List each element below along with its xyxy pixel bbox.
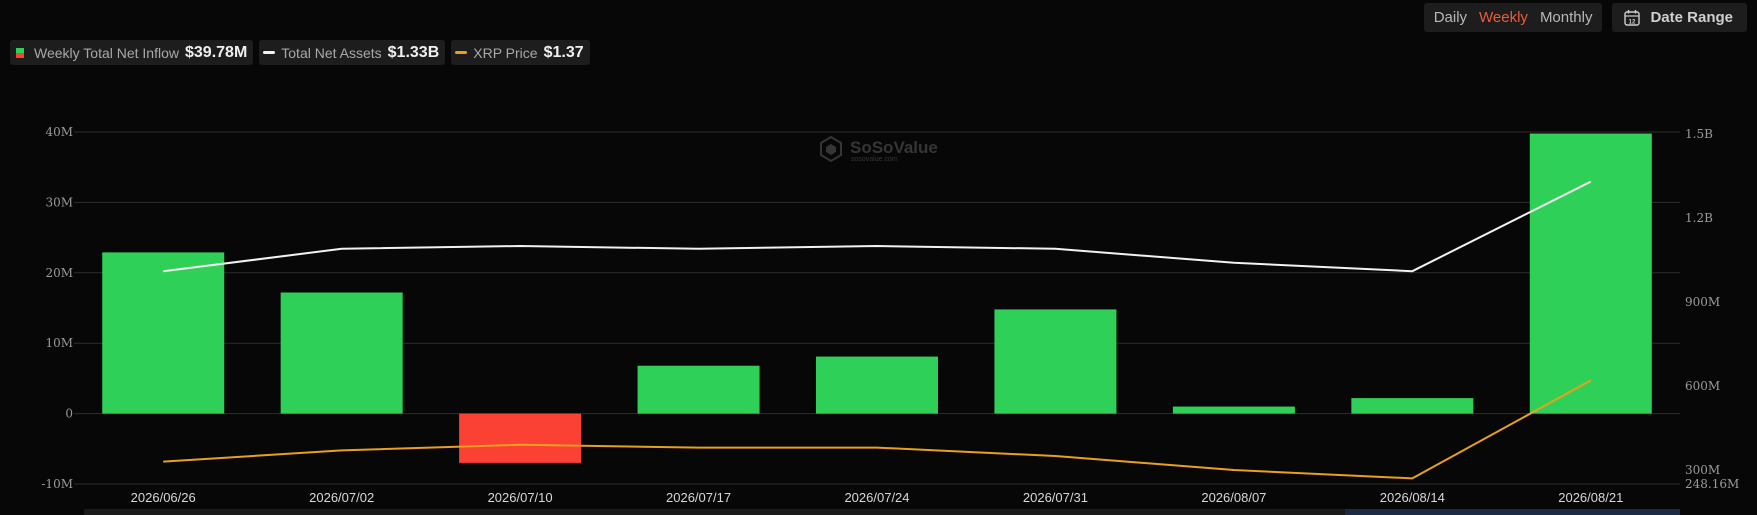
y-left-tick-label: -10M [41, 477, 73, 491]
inflow-bar [280, 292, 403, 414]
y-left-tick-label: 0 [65, 407, 73, 421]
inflow-bar [994, 309, 1117, 414]
y-right-tick-label: 300M [1685, 463, 1720, 477]
inflow-bar [1351, 398, 1474, 414]
y-right-tick-label: 600M [1685, 379, 1720, 393]
x-tick-label: 2026/08/14 [1380, 490, 1445, 505]
bar-series [102, 133, 1652, 463]
inflow-bar [459, 413, 582, 463]
y-left-tick-label: 30M [45, 195, 73, 209]
x-tick-label: 2026/08/21 [1558, 490, 1623, 505]
y-left-tick-label: 20M [45, 266, 73, 280]
inflow-bar [102, 252, 225, 414]
total-net-assets-line [163, 180, 1592, 273]
right-axis: 1.5B 1.2B 900M 600M 300M248.16M [1685, 127, 1739, 491]
y-right-tick-label: 248.16M [1685, 477, 1739, 491]
x-tick-label: 2026/07/10 [488, 490, 553, 505]
watermark: SoSoValue sosovalue.com [820, 135, 938, 163]
inflow-bar [637, 365, 760, 414]
x-tick-label: 2026/08/07 [1201, 490, 1266, 505]
y-right-tick-label: 1.2B [1685, 211, 1713, 225]
inflow-bar [1172, 406, 1295, 414]
watermark-url: sosovalue.com [851, 156, 898, 163]
range-slider-handle[interactable] [1345, 509, 1680, 515]
x-axis: 2026/06/26 2026/07/02 2026/07/10 2026/07/17… [131, 490, 1624, 505]
left-axis: 40M 30M 20M 10M 0 -10M [41, 125, 73, 491]
x-tick-label: 2026/07/02 [309, 490, 374, 505]
watermark-brand: SoSoValue [850, 138, 938, 157]
x-tick-label: 2026/07/24 [844, 490, 909, 505]
x-tick-label: 2026/06/26 [131, 490, 196, 505]
y-left-tick-label: 40M [45, 125, 73, 139]
chart: SoSoValue sosovalue.com 40M 30M 20M 10M 0 -10… [41, 125, 1739, 515]
x-tick-label: 2026/07/31 [1023, 490, 1088, 505]
sosovalue-logo-icon [820, 135, 842, 163]
y-right-tick-label: 900M [1685, 295, 1720, 309]
x-tick-label: 2026/07/17 [666, 490, 731, 505]
y-left-tick-label: 10M [45, 336, 73, 350]
inflow-bar [816, 356, 938, 414]
inflow-bar [1529, 133, 1652, 414]
y-right-tick-label: 1.5B [1685, 127, 1713, 141]
